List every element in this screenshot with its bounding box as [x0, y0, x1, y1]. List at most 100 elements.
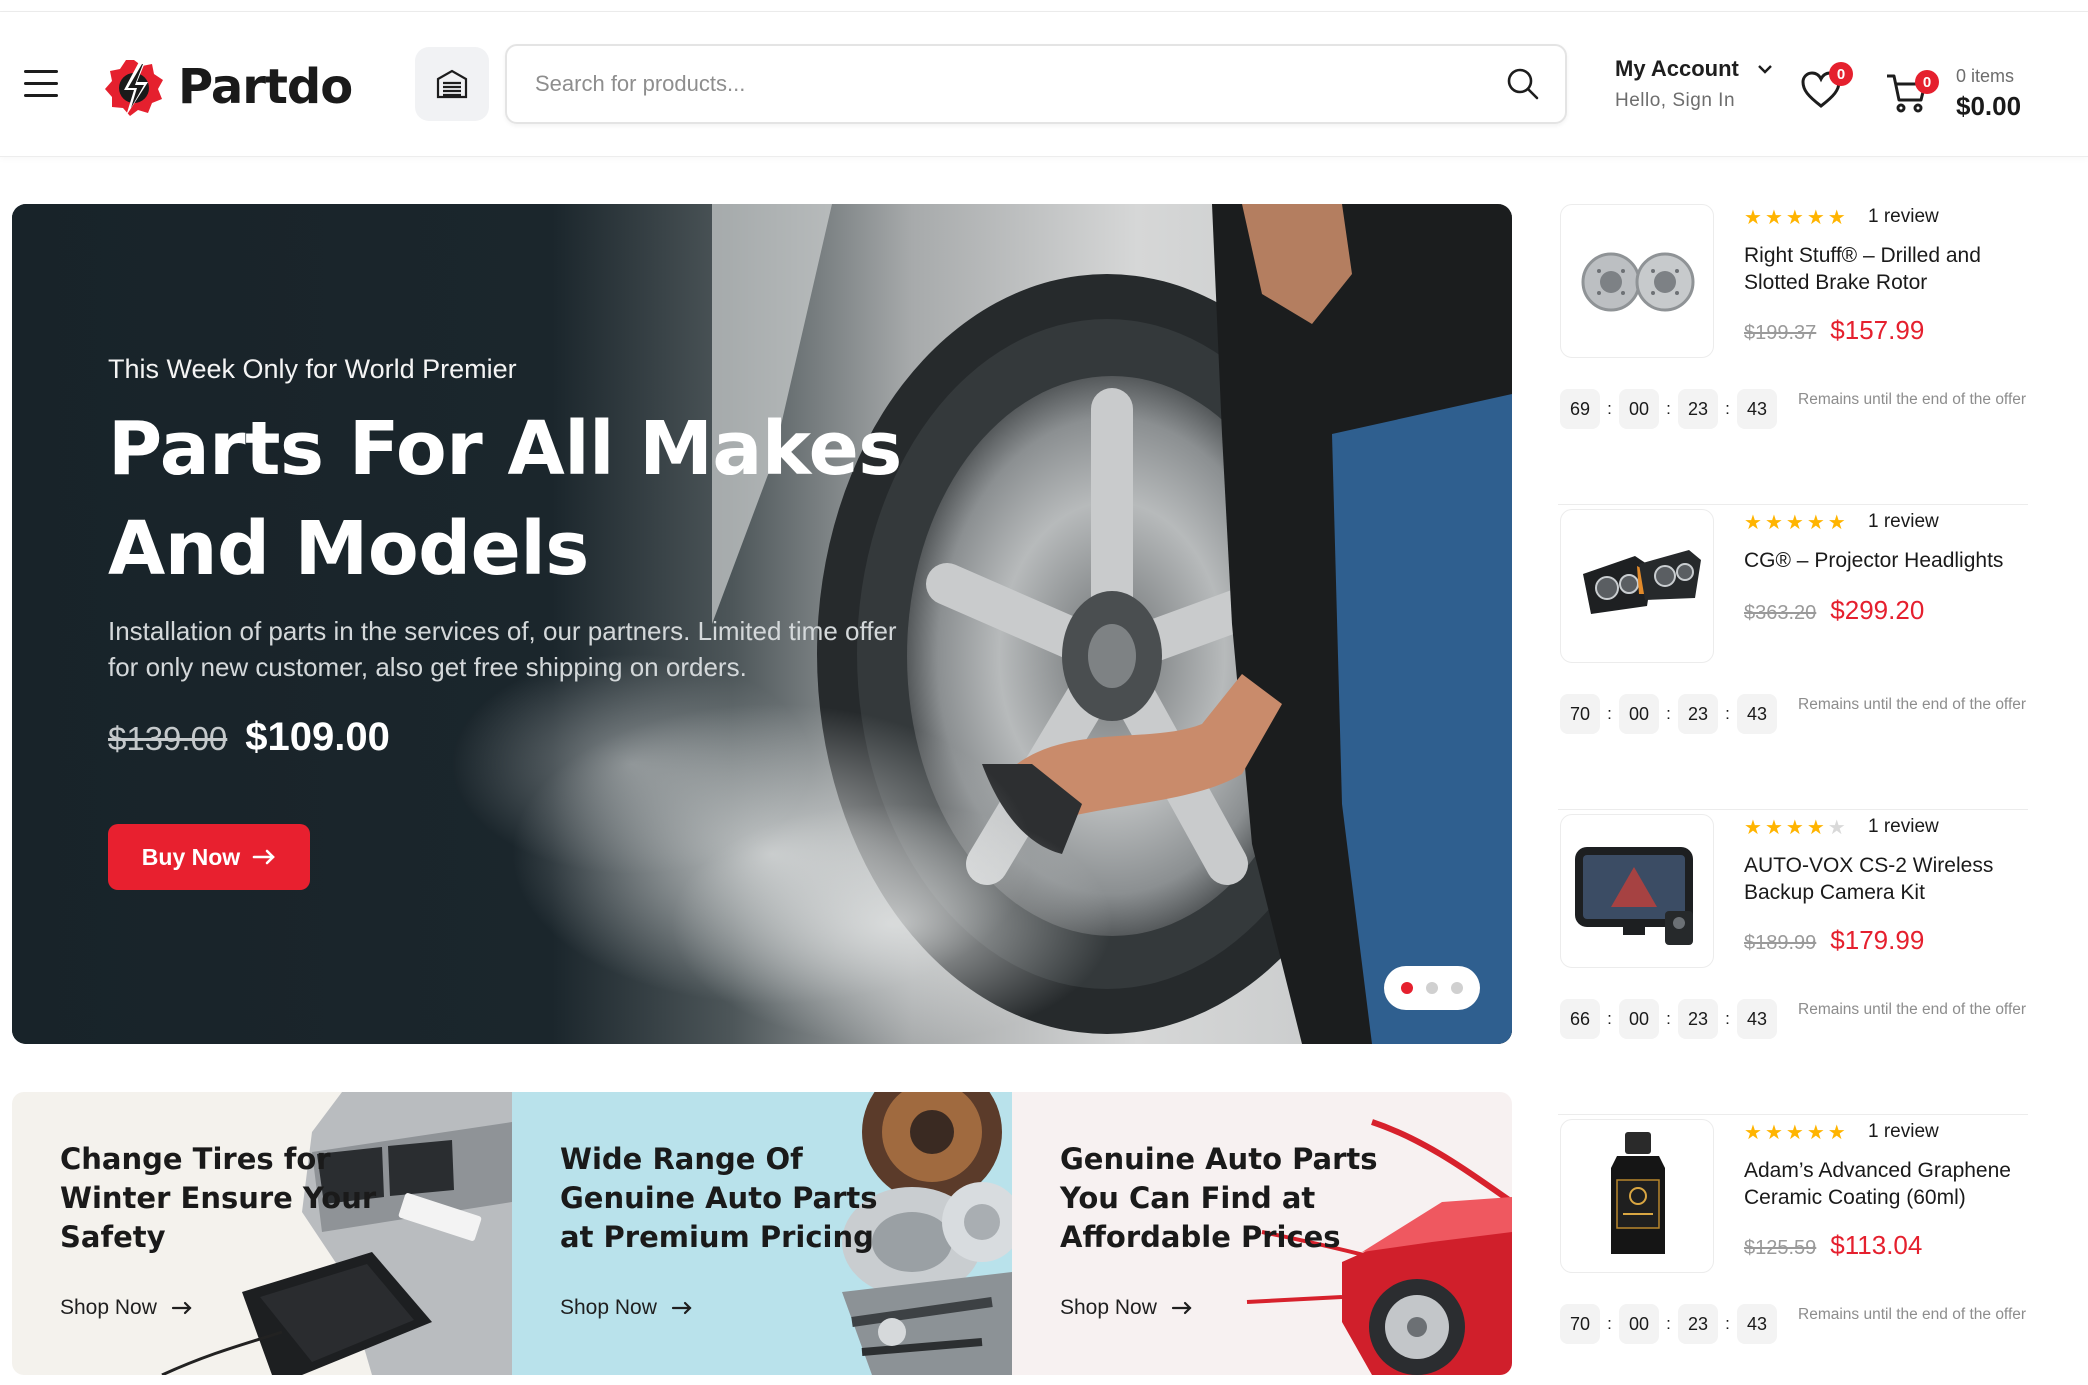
wishlist-button[interactable]: 0 — [1800, 62, 1853, 114]
sale-price: $299.20 — [1830, 595, 1925, 625]
star-icon: ★ — [1806, 817, 1825, 839]
product-thumbnail[interactable] — [1560, 814, 1714, 968]
brake-rotor-image — [1581, 252, 1695, 312]
review-count: 1 review — [1868, 511, 1939, 532]
cart-total: $0.00 — [1956, 91, 2022, 121]
rating-stars: ★ ★ ★ ★ ★ — [1744, 818, 1846, 838]
star-icon: ★ — [1785, 207, 1804, 229]
top-border — [0, 0, 2088, 12]
deal-item: ★ ★ ★ ★ ★ 1 review Right Stuff® – Drilled an… — [1558, 200, 2028, 505]
buy-now-button[interactable]: Buy Now — [108, 824, 310, 890]
star-icon: ★ — [1785, 817, 1804, 839]
product-name[interactable]: Right Stuff® – Drilled and Slotted Brake… — [1744, 242, 2034, 296]
star-icon: ★ — [1806, 1122, 1825, 1144]
promo-card-parts[interactable]: Wide Range Of Genuine Auto Parts at Prem… — [512, 1092, 1012, 1375]
old-price: $189.99 — [1744, 932, 1817, 954]
search-icon[interactable] — [1505, 66, 1541, 102]
timer-seconds: 43 — [1737, 999, 1777, 1039]
star-icon: ★ — [1744, 1122, 1762, 1144]
hero-title-line-2: And Models — [108, 506, 589, 592]
shop-now-label: Shop Now — [1060, 1296, 1157, 1319]
timer-hours: 00 — [1619, 389, 1659, 429]
wishlist-count-badge: 0 — [1829, 62, 1853, 86]
brand-logo[interactable]: Partdo — [102, 56, 353, 118]
deal-item: ★ ★ ★ ★ ★ 1 review AUTO-VOX CS-2 Wireless Ba… — [1558, 810, 2028, 1115]
coating-bottle-image — [1611, 1132, 1665, 1254]
slider-dot-1[interactable] — [1401, 982, 1413, 994]
headlights-image — [1583, 550, 1701, 614]
hero-title-line-1: Parts For All Makes — [108, 406, 902, 492]
star-icon: ★ — [1744, 817, 1762, 839]
timer-days: 66 — [1560, 999, 1600, 1039]
timer-hours: 00 — [1619, 1304, 1659, 1344]
hero-new-price: $109.00 — [245, 715, 390, 759]
promo-title: Change Tires for Winter Ensure Your Safe… — [60, 1142, 377, 1254]
site-header: Partdo My Account Hello, Sign In 0 0 — [0, 12, 2088, 157]
promo-card-tires[interactable]: Change Tires for Winter Ensure Your Safe… — [12, 1092, 512, 1375]
account-menu[interactable]: My Account Hello, Sign In — [1615, 56, 1795, 126]
buy-now-label: Buy Now — [141, 843, 241, 870]
product-name[interactable]: CG® – Projector Headlights — [1744, 547, 2034, 574]
timer-days: 69 — [1560, 389, 1600, 429]
promo-title: Genuine Auto Parts You Can Find at Affor… — [1060, 1142, 1378, 1254]
offer-remaining-text: Remains until the end of the offer — [1798, 1306, 2027, 1323]
slider-dot-2[interactable] — [1426, 982, 1438, 994]
chevron-down-icon — [1758, 65, 1772, 74]
star-icon: ★ — [1764, 817, 1783, 839]
shop-now-link[interactable]: Shop Now — [560, 1296, 693, 1320]
arrow-right-icon — [671, 1301, 692, 1315]
sale-price: $113.04 — [1830, 1230, 1923, 1260]
timer-minutes: 23 — [1678, 694, 1718, 734]
product-thumbnail[interactable] — [1560, 509, 1714, 663]
star-empty-icon: ★ — [1827, 817, 1846, 839]
cart-item-count: 0 items — [1956, 66, 2015, 86]
product-name[interactable]: AUTO-VOX CS-2 Wireless Backup Camera Kit — [1744, 852, 2034, 906]
timer-days: 70 — [1560, 694, 1600, 734]
shop-now-link[interactable]: Shop Now — [60, 1296, 193, 1320]
product-thumbnail[interactable] — [1560, 204, 1714, 358]
timer-minutes: 23 — [1678, 999, 1718, 1039]
shop-now-label: Shop Now — [560, 1296, 657, 1319]
search-bar — [505, 44, 1567, 124]
slider-dot-3[interactable] — [1451, 982, 1463, 994]
cart-summary[interactable]: 0 items $0.00 — [1956, 66, 2021, 122]
hero-title: Parts For All Makes And Models — [108, 399, 928, 599]
hero-price: $139.00 $109.00 — [108, 715, 928, 760]
star-icon: ★ — [1785, 512, 1804, 534]
star-icon: ★ — [1806, 207, 1825, 229]
shop-now-link[interactable]: Shop Now — [1060, 1296, 1193, 1320]
old-price: $199.37 — [1744, 322, 1817, 344]
garage-icon — [436, 69, 468, 99]
offer-remaining-text: Remains until the end of the offer — [1798, 696, 2027, 713]
timer-seconds: 43 — [1737, 694, 1777, 734]
rating-stars: ★ ★ ★ ★ ★ — [1744, 513, 1846, 533]
countdown-timer: 70: 00: 23: 43 — [1560, 694, 1777, 734]
slider-pagination — [1384, 966, 1480, 1010]
sale-price: $179.99 — [1830, 925, 1925, 955]
garage-button[interactable] — [415, 47, 489, 121]
product-prices: $363.20 $299.20 — [1744, 595, 1924, 626]
shop-now-label: Shop Now — [60, 1296, 157, 1319]
camera-kit-image — [1575, 847, 1693, 945]
cart-button[interactable]: 0 — [1885, 62, 1941, 118]
product-name[interactable]: Adam’s Advanced Graphene Ceramic Coating… — [1744, 1157, 2034, 1211]
hero-content: This Week Only for World Premier Parts F… — [108, 354, 928, 760]
deal-item: ★ ★ ★ ★ ★ 1 review CG® – Projector Headlight… — [1558, 505, 2028, 810]
countdown-timer: 69: 00: 23: 43 — [1560, 389, 1777, 429]
logo-icon — [105, 60, 163, 116]
review-count: 1 review — [1868, 816, 1939, 837]
countdown-timer: 70: 00: 23: 43 — [1560, 1304, 1777, 1344]
promo-banners: Change Tires for Winter Ensure Your Safe… — [12, 1092, 1512, 1375]
countdown-timer: 66: 00: 23: 43 — [1560, 999, 1777, 1039]
timer-minutes: 23 — [1678, 389, 1718, 429]
timer-minutes: 23 — [1678, 1304, 1718, 1344]
promo-card-prices[interactable]: Genuine Auto Parts You Can Find at Affor… — [1012, 1092, 1512, 1375]
star-icon: ★ — [1764, 1122, 1783, 1144]
arrow-right-icon — [1171, 1301, 1192, 1315]
product-thumbnail[interactable] — [1560, 1119, 1714, 1273]
brand-name: Partdo — [178, 59, 353, 115]
search-input[interactable] — [535, 46, 1475, 122]
star-icon: ★ — [1827, 1122, 1846, 1144]
cart-count-badge: 0 — [1915, 70, 1939, 94]
menu-icon[interactable] — [24, 70, 58, 98]
